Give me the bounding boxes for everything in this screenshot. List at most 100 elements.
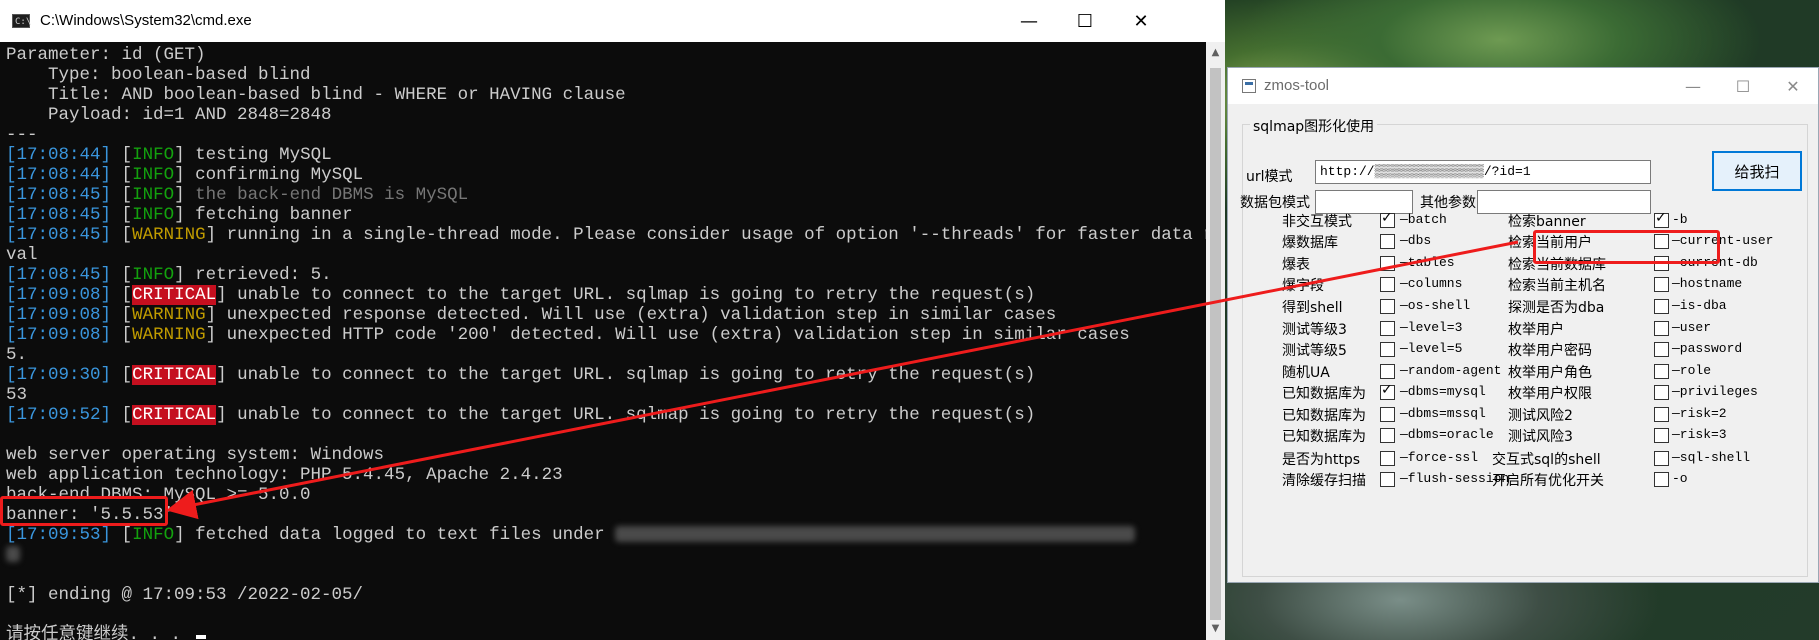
option-flag[interactable]: —columns bbox=[1400, 276, 1462, 291]
option-flag[interactable]: —tables bbox=[1400, 255, 1455, 270]
option-checkbox[interactable] bbox=[1654, 385, 1669, 400]
cmd-line: web server operating system: Windows bbox=[6, 445, 384, 465]
option-flag[interactable]: —level=3 bbox=[1400, 320, 1462, 335]
option-checkbox[interactable] bbox=[1380, 407, 1395, 422]
option-label: 随机UA bbox=[1282, 365, 1330, 381]
option-flag[interactable]: —user bbox=[1672, 320, 1711, 335]
cmd-line: [17:09:08] [WARNING] unexpected HTTP cod… bbox=[6, 325, 1130, 345]
scan-button[interactable]: 给我扫 bbox=[1712, 151, 1802, 191]
option-checkbox[interactable] bbox=[1380, 210, 1395, 228]
scroll-down-icon[interactable]: ▼ bbox=[1206, 620, 1225, 638]
option-checkbox[interactable] bbox=[1380, 382, 1395, 400]
option-checkbox[interactable] bbox=[1380, 451, 1395, 466]
option-checkbox[interactable] bbox=[1654, 210, 1669, 228]
log-text: [ bbox=[121, 265, 133, 285]
option-checkbox[interactable] bbox=[1380, 364, 1395, 379]
option-checkbox[interactable] bbox=[1654, 407, 1669, 422]
option-label: 测试风险3 bbox=[1508, 429, 1573, 445]
option-flag[interactable]: —os-shell bbox=[1400, 298, 1470, 313]
log-text: [ bbox=[121, 365, 133, 385]
option-checkbox[interactable] bbox=[1654, 321, 1669, 336]
log-text: [ bbox=[121, 325, 133, 345]
option-flag[interactable]: —level=5 bbox=[1400, 341, 1462, 356]
log-timestamp: [ bbox=[6, 285, 17, 305]
log-text: web server operating system: Windows bbox=[6, 445, 385, 465]
option-checkbox[interactable] bbox=[1654, 299, 1669, 314]
option-checkbox[interactable] bbox=[1380, 428, 1395, 443]
option-flag[interactable]: —hostname bbox=[1672, 276, 1742, 291]
cmd-line: 53 bbox=[6, 385, 27, 405]
option-flag[interactable]: —dbs bbox=[1400, 233, 1431, 248]
option-checkbox[interactable] bbox=[1380, 234, 1395, 249]
cmd-titlebar[interactable]: C:\ C:\Windows\System32\cmd.exe — ☐ ✕ bbox=[0, 0, 1225, 42]
option-checkbox[interactable] bbox=[1380, 256, 1395, 271]
option-flag[interactable]: —sql-shell bbox=[1672, 450, 1750, 465]
log-timestamp: [ bbox=[6, 305, 17, 325]
minimize-button[interactable]: — bbox=[1001, 0, 1057, 42]
option-checkbox[interactable] bbox=[1380, 277, 1395, 292]
log-text: --- bbox=[6, 125, 38, 145]
scroll-thumb[interactable] bbox=[1210, 68, 1221, 620]
option-flag[interactable]: —dbms=mysql bbox=[1400, 384, 1486, 399]
cmd-line: 5. bbox=[6, 345, 27, 365]
cmd-line: [*] ending @ 17:09:53 /2022-02-05/ bbox=[6, 585, 363, 605]
option-flag[interactable]: —dbms=oracle bbox=[1400, 427, 1494, 442]
close-button[interactable]: ✕ bbox=[1113, 0, 1169, 42]
option-flag[interactable]: —dbms=mssql bbox=[1400, 406, 1486, 421]
cmd-line: web application technology: PHP 5.4.45, … bbox=[6, 465, 563, 485]
zmos-close-button[interactable]: ✕ bbox=[1768, 68, 1818, 104]
log-level: INFO bbox=[132, 525, 175, 545]
option-checkbox[interactable] bbox=[1380, 342, 1395, 357]
option-checkbox[interactable] bbox=[1654, 428, 1669, 443]
option-checkbox[interactable] bbox=[1654, 472, 1669, 487]
option-checkbox[interactable] bbox=[1654, 277, 1669, 292]
zmos-titlebar[interactable]: zmos-tool — ☐ ✕ bbox=[1228, 68, 1818, 104]
log-text: ] unexpected HTTP code '200' detected. W… bbox=[205, 325, 1130, 345]
option-checkbox[interactable] bbox=[1380, 299, 1395, 314]
option-label: 已知数据库为 bbox=[1282, 386, 1366, 402]
option-checkbox[interactable] bbox=[1380, 321, 1395, 336]
option-label: 是否为https bbox=[1282, 452, 1361, 468]
option-flag[interactable]: —role bbox=[1672, 363, 1711, 378]
option-flag[interactable]: -o bbox=[1672, 471, 1688, 486]
log-timestamp: ] bbox=[100, 205, 122, 225]
zmos-minimize-button[interactable]: — bbox=[1668, 68, 1718, 104]
option-checkbox[interactable] bbox=[1654, 342, 1669, 357]
option-flag[interactable]: —risk=2 bbox=[1672, 406, 1727, 421]
option-flag[interactable]: —batch bbox=[1400, 212, 1447, 227]
option-flag[interactable]: —is-dba bbox=[1672, 298, 1727, 313]
cmd-line: Type: boolean-based blind bbox=[6, 65, 311, 85]
log-timestamp: ] bbox=[100, 265, 122, 285]
option-flag[interactable]: —password bbox=[1672, 341, 1742, 356]
zmos-app-icon bbox=[1242, 79, 1256, 93]
log-text: [ bbox=[121, 405, 133, 425]
option-flag[interactable]: —privileges bbox=[1672, 384, 1758, 399]
cmd-line: [17:08:45] [INFO] the back-end DBMS is M… bbox=[6, 185, 468, 205]
cmd-scrollbar[interactable]: ▲ ▼ bbox=[1206, 42, 1225, 640]
log-text: [ bbox=[121, 305, 133, 325]
cmd-line: [17:09:52] [CRITICAL] unable to connect … bbox=[6, 405, 1035, 425]
cmd-window[interactable]: C:\ C:\Windows\System32\cmd.exe — ☐ ✕ Pa… bbox=[0, 0, 1225, 640]
log-timestamp: [ bbox=[6, 265, 17, 285]
zmos-maximize-button[interactable]: ☐ bbox=[1718, 68, 1768, 104]
option-label: 探测是否为dba bbox=[1508, 300, 1605, 316]
log-text: web application technology: PHP 5.4.45, … bbox=[6, 465, 563, 485]
zmos-tool-window[interactable]: zmos-tool — ☐ ✕ sqlmap图形化使用 url模式 http:/… bbox=[1227, 67, 1819, 583]
redacted-text bbox=[615, 526, 1136, 543]
option-flag[interactable]: -b bbox=[1672, 212, 1688, 227]
option-label: 枚举用户角色 bbox=[1508, 365, 1592, 381]
log-timestamp: 17:08:45 bbox=[16, 225, 101, 245]
option-checkbox[interactable] bbox=[1654, 451, 1669, 466]
url-input[interactable]: http://▒▒▒▒▒▒▒▒▒▒▒▒▒▒/?id=1 bbox=[1315, 160, 1651, 184]
option-checkbox[interactable] bbox=[1380, 472, 1395, 487]
option-label: 爆数据库 bbox=[1282, 235, 1338, 251]
cmd-output[interactable]: Parameter: id (GET) Type: boolean-based … bbox=[0, 42, 1206, 640]
cmd-line: [17:09:08] [CRITICAL] unable to connect … bbox=[6, 285, 1035, 305]
scroll-up-icon[interactable]: ▲ bbox=[1206, 44, 1225, 62]
maximize-button[interactable]: ☐ bbox=[1057, 0, 1113, 42]
option-flag[interactable]: —random-agent bbox=[1400, 363, 1501, 378]
option-checkbox[interactable] bbox=[1654, 364, 1669, 379]
option-flag[interactable]: —force-ssl bbox=[1400, 450, 1478, 465]
option-flag[interactable]: —risk=3 bbox=[1672, 427, 1727, 442]
log-level: WARNING bbox=[132, 225, 206, 245]
